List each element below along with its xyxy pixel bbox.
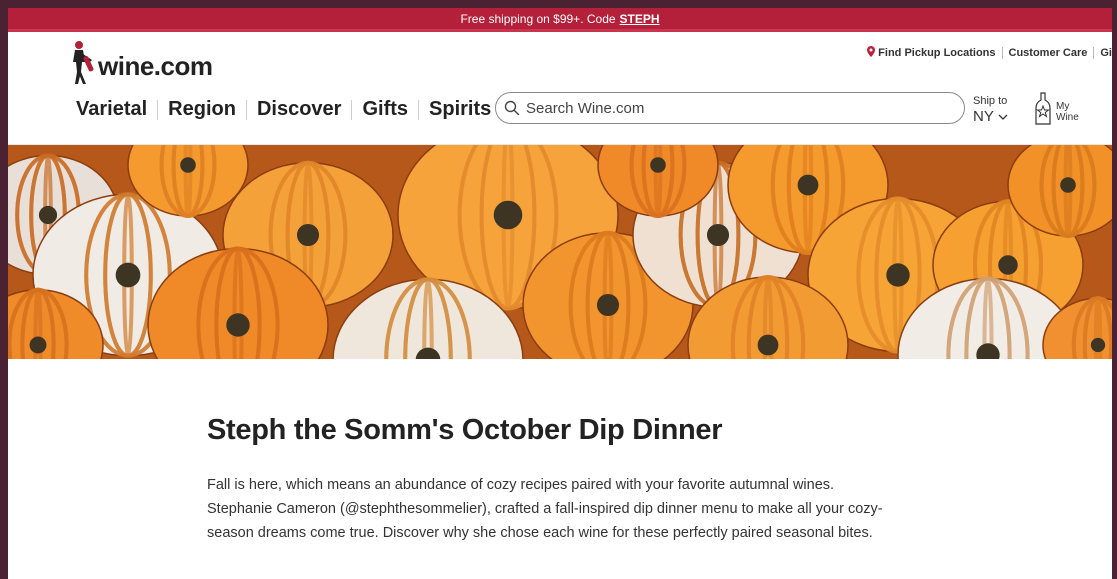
utility-links: Find Pickup Locations Customer Care Gi [867,46,1112,60]
site-logo[interactable]: wine.com [70,40,213,86]
pumpkin-stem [493,200,523,230]
nav-varietal[interactable]: Varietal [74,98,157,121]
map-pin-icon [867,46,876,60]
gift-link-truncated[interactable]: Gi [1100,47,1112,59]
search-input[interactable] [526,99,946,117]
pumpkin-stem [1060,177,1076,193]
article: Steph the Somm's October Dip Dinner Fall… [8,359,1112,545]
hero-image-pumpkins [8,145,1112,359]
my-wine-label: My Wine [1056,101,1079,124]
wine-bottle-star-icon [1035,92,1051,125]
pumpkins-illustration [8,145,1112,359]
browser-page: Free shipping on $99+. Code STEPH wine.c… [8,8,1112,579]
article-intro: Fall is here, which means an abundance o… [207,477,883,541]
my-wine-label-line2: Wine [1056,112,1079,123]
divider [1093,47,1095,59]
logo-wordmark: wine.com [98,50,213,81]
pumpkin-stem [596,293,620,317]
find-pickup-link[interactable]: Find Pickup Locations [878,47,995,59]
pumpkin-stem [38,205,58,225]
pumpkin-stem [998,255,1018,275]
ship-to-state: NY [973,108,994,125]
pumpkin-stem [115,262,141,288]
pumpkin-stem [650,157,666,173]
ship-to-selector[interactable]: Ship to NY [973,95,1008,125]
search-icon [504,100,520,116]
pumpkin-stem [797,174,819,196]
pumpkin-stem [296,223,320,247]
promo-code-link[interactable]: STEPH [620,12,660,26]
pumpkin-stem [757,334,779,356]
pumpkin-stem [886,263,910,287]
sommelier-logo-icon [73,41,94,84]
my-wine-link[interactable]: My Wine [1034,92,1079,126]
main-nav: Varietal Region Discover Gifts Spirits [74,98,501,121]
pumpkin-stem [1090,337,1106,353]
nav-discover[interactable]: Discover [247,98,352,121]
divider [1001,47,1003,59]
customer-care-link[interactable]: Customer Care [1009,47,1088,59]
promo-banner: Free shipping on $99+. Code STEPH [8,8,1112,32]
search-bar[interactable] [495,92,965,124]
pumpkin-stem [706,223,730,247]
site-header: wine.com Find Pickup Locations Customer … [8,32,1112,145]
nav-gifts[interactable]: Gifts [352,98,418,121]
ship-to-label: Ship to [973,95,1008,107]
pumpkin-stem [29,336,47,354]
pumpkin-stem [226,313,250,337]
pumpkin-stem [180,157,196,173]
nav-spirits[interactable]: Spirits [419,98,501,121]
ship-to-state-row: NY [973,109,1008,124]
nav-region[interactable]: Region [158,98,246,121]
promo-text: Free shipping on $99+. Code [460,11,616,26]
article-title: Steph the Somm's October Dip Dinner [207,414,723,446]
my-wine-label-line1: My [1056,100,1070,112]
chevron-down-icon [998,114,1008,120]
